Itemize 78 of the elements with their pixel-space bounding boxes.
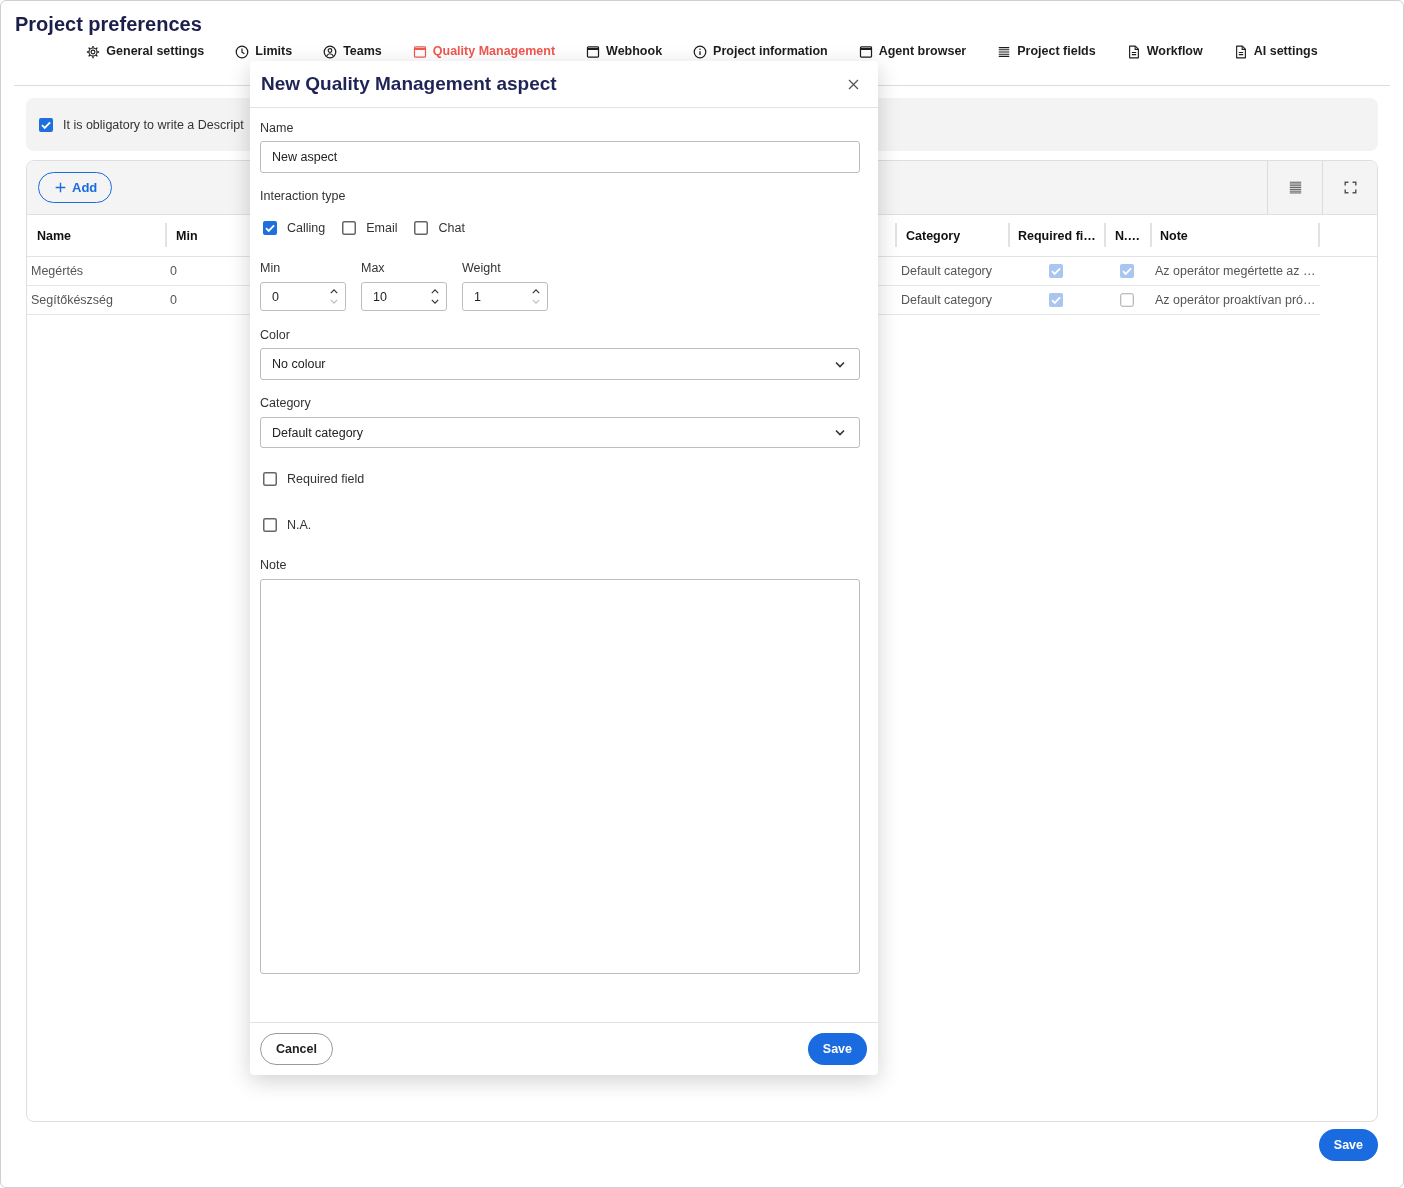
field-label: Category: [260, 395, 311, 411]
chevron-up-icon[interactable]: [431, 289, 439, 294]
dialog-title: New Quality Management aspect: [261, 73, 557, 95]
gear-icon: [86, 44, 101, 59]
field-label: Interaction type: [260, 188, 346, 204]
checkbox[interactable]: [1049, 264, 1063, 278]
tab[interactable]: Agent browser: [858, 44, 967, 59]
checkbox[interactable]: [1049, 293, 1063, 307]
checkbox[interactable]: [263, 221, 277, 235]
tab[interactable]: Webhook: [586, 44, 663, 59]
field-label: Min: [260, 260, 282, 276]
column-header[interactable]: Note: [1160, 228, 1188, 243]
checkbox-label: Email: [366, 220, 398, 236]
checkbox-label: Calling: [287, 220, 326, 236]
field-label: Max: [361, 260, 386, 276]
table-cell: Segítőkészség: [31, 293, 113, 307]
field-label: Weight: [462, 260, 502, 276]
tab[interactable]: Teams: [323, 44, 382, 59]
number-input[interactable]: 1: [462, 282, 548, 311]
info-icon: [693, 44, 708, 59]
checkbox[interactable]: [263, 518, 277, 532]
document-icon: [1126, 44, 1141, 59]
window-icon: [586, 44, 601, 59]
checkbox[interactable]: [1120, 293, 1134, 307]
checkbox[interactable]: [39, 117, 53, 132]
fullscreen-icon[interactable]: [1343, 181, 1357, 194]
list-icon[interactable]: [1288, 181, 1302, 194]
table-cell: Az operátor megértette az …: [1155, 264, 1316, 278]
checkbox[interactable]: [263, 472, 277, 486]
category-select[interactable]: Default category: [260, 417, 860, 448]
chevron-down-icon: [835, 360, 845, 368]
save-button[interactable]: Save: [1318, 1129, 1378, 1161]
checkbox-label: Chat: [438, 220, 465, 236]
chevron-down-icon[interactable]: [431, 299, 439, 304]
table-cell: Default category: [901, 293, 993, 307]
close-icon[interactable]: [848, 78, 859, 90]
checkbox-label: N.A.: [287, 517, 312, 533]
checkbox[interactable]: [342, 221, 357, 235]
list-icon: [997, 44, 1012, 59]
checkbox[interactable]: [1120, 264, 1134, 278]
column-header[interactable]: Required fi…: [1018, 228, 1096, 243]
field-label: Name: [260, 120, 294, 136]
column-header[interactable]: Name: [37, 228, 72, 243]
page-title: Project preferences: [15, 12, 202, 36]
column-header[interactable]: Category: [906, 228, 961, 243]
table-cell: Default category: [901, 264, 993, 278]
checkbox[interactable]: [414, 221, 429, 235]
save-button[interactable]: Save: [807, 1033, 867, 1065]
cancel-button[interactable]: Cancel: [260, 1033, 333, 1065]
field-label: Color: [260, 327, 290, 343]
plus-icon: [55, 182, 66, 193]
checkbox-label: It is obligatory to write a Descript: [63, 117, 244, 132]
table-cell: Megértés: [31, 264, 84, 278]
user-circle-icon: [323, 44, 338, 59]
tab[interactable]: Project fields: [997, 44, 1096, 59]
table-cell: 0: [170, 293, 177, 307]
tab[interactable]: Limits: [235, 44, 293, 59]
column-header[interactable]: Min: [176, 228, 198, 243]
chevron-up-icon[interactable]: [330, 289, 338, 294]
tab[interactable]: AI settings: [1233, 44, 1318, 59]
tab[interactable]: General settings: [86, 44, 205, 59]
table-cell: 0: [170, 264, 177, 278]
window-icon: [858, 44, 873, 59]
chevron-down-icon: [835, 429, 845, 436]
tab[interactable]: Workflow: [1126, 44, 1203, 59]
column-header[interactable]: N.…: [1115, 228, 1140, 243]
checkbox-label: Required field: [287, 471, 365, 487]
number-input[interactable]: 0: [260, 282, 346, 311]
name-input[interactable]: New aspect: [260, 141, 860, 173]
chevron-up-icon[interactable]: [532, 289, 540, 294]
document-icon: [1233, 44, 1248, 59]
window-icon: [412, 44, 427, 59]
color-select[interactable]: No colour: [260, 348, 860, 380]
field-label: Note: [260, 557, 287, 573]
table-cell: Az operátor proaktívan pró…: [1155, 293, 1316, 307]
tab[interactable]: Project information: [693, 44, 828, 59]
number-input[interactable]: 10: [361, 282, 447, 311]
clock-icon: [235, 44, 250, 59]
